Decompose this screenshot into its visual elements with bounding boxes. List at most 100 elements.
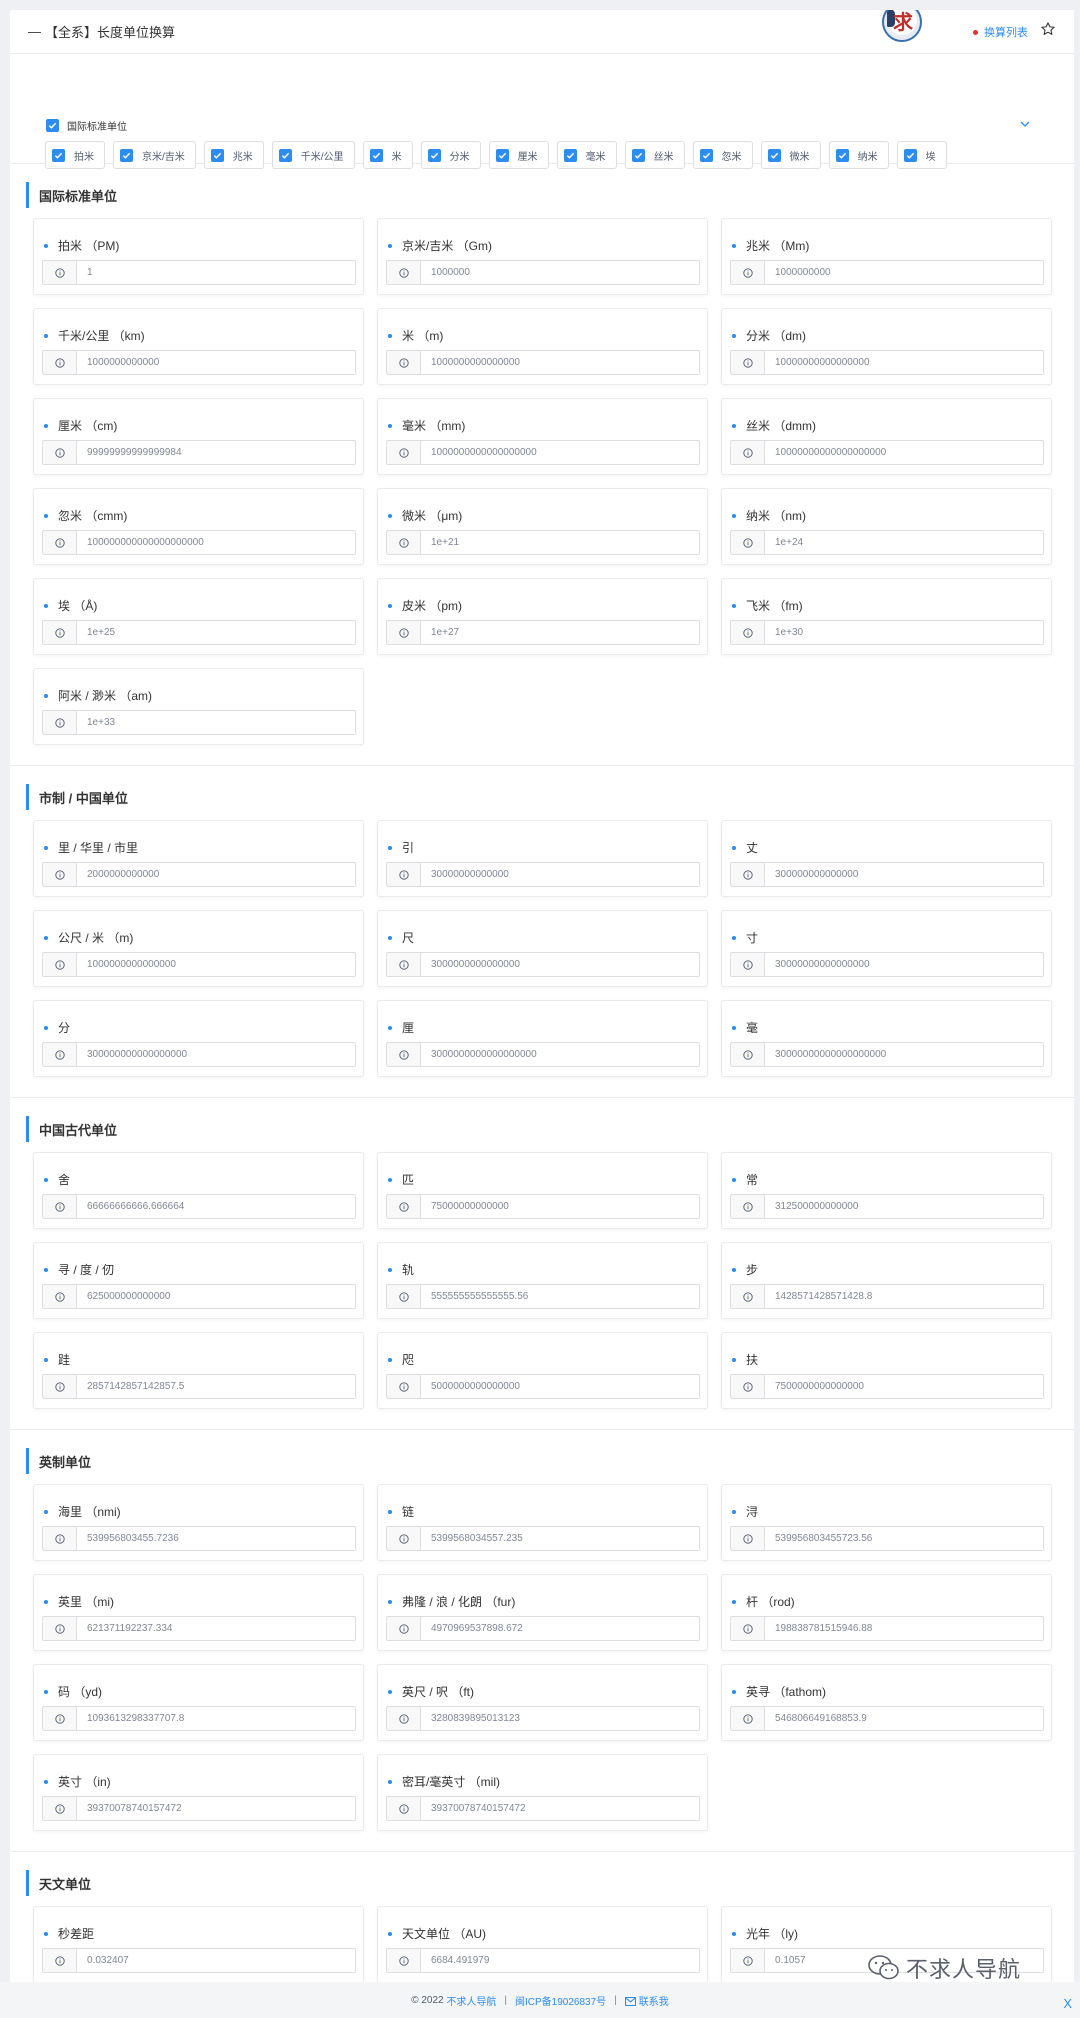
unit-value[interactable]: 1e+21 bbox=[421, 531, 459, 554]
unit-checkbox[interactable]: 丝米 bbox=[624, 141, 685, 169]
unit-value[interactable]: 1e+24 bbox=[765, 531, 803, 554]
close-button[interactable]: X bbox=[1063, 1996, 1072, 2011]
unit-value-input[interactable]: 1000000000000000000 bbox=[386, 440, 700, 465]
star-icon[interactable] bbox=[1040, 21, 1056, 37]
unit-value[interactable]: 555555555555555.56 bbox=[421, 1285, 528, 1308]
unit-value[interactable]: 39370078740157472 bbox=[77, 1797, 182, 1820]
unit-value-input[interactable]: 555555555555555.56 bbox=[386, 1284, 700, 1309]
unit-value[interactable]: 3280839895013123 bbox=[421, 1707, 520, 1730]
unit-value[interactable]: 1 bbox=[77, 261, 93, 284]
unit-value-input[interactable]: 10000000000000000 bbox=[730, 350, 1044, 375]
unit-value-input[interactable]: 1428571428571428.8 bbox=[730, 1284, 1044, 1309]
unit-value-input[interactable]: 1e+27 bbox=[386, 620, 700, 645]
unit-value-input[interactable]: 10000000000000000000 bbox=[730, 440, 1044, 465]
unit-value[interactable]: 30000000000000000000 bbox=[765, 1043, 886, 1066]
unit-value[interactable]: 1093613298337707.8 bbox=[77, 1707, 184, 1730]
unit-value[interactable]: 66666666666.666664 bbox=[77, 1195, 184, 1218]
unit-value-input[interactable]: 7500000000000000 bbox=[730, 1374, 1044, 1399]
menu-dash[interactable]: — bbox=[28, 24, 41, 39]
unit-value-input[interactable]: 1e+25 bbox=[42, 620, 356, 645]
unit-value-input[interactable]: 4970969537898.672 bbox=[386, 1616, 700, 1641]
unit-value-input[interactable]: 39370078740157472 bbox=[42, 1796, 356, 1821]
unit-value[interactable]: 39370078740157472 bbox=[421, 1797, 526, 1820]
unit-value[interactable]: 0.1057 bbox=[765, 1949, 806, 1972]
unit-value-input[interactable]: 99999999999999984 bbox=[42, 440, 356, 465]
site-logo[interactable]: 求 bbox=[882, 10, 922, 42]
unit-value-input[interactable]: 1093613298337707.8 bbox=[42, 1706, 356, 1731]
unit-value[interactable]: 1000000 bbox=[421, 261, 470, 284]
unit-value[interactable]: 7500000000000000 bbox=[765, 1375, 864, 1398]
unit-checkbox[interactable]: 分米 bbox=[420, 141, 481, 169]
unit-checkbox[interactable]: 兆米 bbox=[203, 141, 264, 169]
unit-value[interactable]: 539956803455.7236 bbox=[77, 1527, 179, 1550]
unit-value[interactable]: 4970969537898.672 bbox=[421, 1617, 523, 1640]
unit-value-input[interactable]: 100000000000000000000 bbox=[42, 530, 356, 555]
unit-checkbox[interactable]: 毫米 bbox=[556, 141, 617, 169]
unit-value-input[interactable]: 300000000000000 bbox=[730, 862, 1044, 887]
unit-value-input[interactable]: 539956803455723.56 bbox=[730, 1526, 1044, 1551]
unit-value[interactable]: 539956803455723.56 bbox=[765, 1527, 872, 1550]
unit-value[interactable]: 100000000000000000000 bbox=[77, 531, 204, 554]
unit-value-input[interactable]: 546806649168853.9 bbox=[730, 1706, 1044, 1731]
unit-value-input[interactable]: 6684.491979 bbox=[386, 1948, 700, 1973]
unit-value[interactable]: 1e+33 bbox=[77, 711, 115, 734]
unit-value[interactable]: 312500000000000 bbox=[765, 1195, 858, 1218]
unit-value-input[interactable]: 1000000 bbox=[386, 260, 700, 285]
unit-value[interactable]: 99999999999999984 bbox=[77, 441, 182, 464]
unit-value-input[interactable]: 30000000000000 bbox=[386, 862, 700, 887]
unit-value-input[interactable]: 1e+30 bbox=[730, 620, 1044, 645]
unit-checkbox[interactable]: 纳米 bbox=[828, 141, 889, 169]
group-checkbox[interactable]: 国际标准单位 bbox=[46, 118, 127, 133]
unit-value[interactable]: 1e+25 bbox=[77, 621, 115, 644]
unit-value-input[interactable]: 2857142857142857.5 bbox=[42, 1374, 356, 1399]
unit-value-input[interactable]: 39370078740157472 bbox=[386, 1796, 700, 1821]
unit-checkbox[interactable]: 米 bbox=[362, 141, 413, 169]
unit-value-input[interactable]: 0.032407 bbox=[42, 1948, 356, 1973]
unit-value[interactable]: 10000000000000000 bbox=[765, 351, 870, 374]
unit-value[interactable]: 1000000000000000 bbox=[77, 953, 176, 976]
unit-value[interactable]: 5000000000000000 bbox=[421, 1375, 520, 1398]
unit-value[interactable]: 10000000000000000000 bbox=[765, 441, 886, 464]
unit-value-input[interactable]: 3000000000000000 bbox=[386, 952, 700, 977]
unit-value-input[interactable]: 30000000000000000000 bbox=[730, 1042, 1044, 1067]
unit-value[interactable]: 30000000000000 bbox=[421, 863, 509, 886]
unit-value[interactable]: 1000000000000000 bbox=[421, 351, 520, 374]
unit-value[interactable]: 1000000000000000000 bbox=[421, 441, 537, 464]
unit-value-input[interactable]: 1000000000000000 bbox=[386, 350, 700, 375]
unit-checkbox[interactable]: 拍米 bbox=[45, 141, 105, 169]
unit-value[interactable]: 1e+27 bbox=[421, 621, 459, 644]
unit-value-input[interactable]: 300000000000000000 bbox=[42, 1042, 356, 1067]
unit-value[interactable]: 300000000000000 bbox=[765, 863, 858, 886]
unit-value-input[interactable]: 1000000000 bbox=[730, 260, 1044, 285]
unit-value-input[interactable]: 30000000000000000 bbox=[730, 952, 1044, 977]
unit-value[interactable]: 1e+30 bbox=[765, 621, 803, 644]
unit-value[interactable]: 3000000000000000000 bbox=[421, 1043, 537, 1066]
unit-value-input[interactable]: 75000000000000 bbox=[386, 1194, 700, 1219]
unit-value-input[interactable]: 1e+33 bbox=[42, 710, 356, 735]
unit-value-input[interactable]: 1 bbox=[42, 260, 356, 285]
unit-value[interactable]: 1000000000 bbox=[765, 261, 831, 284]
unit-checkbox[interactable]: 忽米 bbox=[692, 141, 753, 169]
unit-checkbox[interactable]: 厘米 bbox=[488, 141, 549, 169]
unit-value-input[interactable]: 539956803455.7236 bbox=[42, 1526, 356, 1551]
unit-value-input[interactable]: 1000000000000 bbox=[42, 350, 356, 375]
unit-value-input[interactable]: 1e+21 bbox=[386, 530, 700, 555]
unit-value-input[interactable]: 2000000000000 bbox=[42, 862, 356, 887]
unit-value[interactable]: 2857142857142857.5 bbox=[77, 1375, 184, 1398]
unit-value-input[interactable]: 1000000000000000 bbox=[42, 952, 356, 977]
unit-value[interactable]: 6684.491979 bbox=[421, 1949, 489, 1972]
unit-value-input[interactable]: 198838781515946.88 bbox=[730, 1616, 1044, 1641]
unit-value[interactable]: 30000000000000000 bbox=[765, 953, 870, 976]
unit-value[interactable]: 3000000000000000 bbox=[421, 953, 520, 976]
unit-value-input[interactable]: 1e+24 bbox=[730, 530, 1044, 555]
unit-value-input[interactable]: 625000000000000 bbox=[42, 1284, 356, 1309]
unit-value-input[interactable]: 621371192237.334 bbox=[42, 1616, 356, 1641]
conversion-list-link[interactable]: 换算列表 bbox=[973, 24, 1028, 40]
unit-value[interactable]: 621371192237.334 bbox=[77, 1617, 172, 1640]
unit-checkbox[interactable]: 千米/公里 bbox=[271, 141, 355, 169]
icp-link[interactable]: 闽ICP备19026837号 bbox=[515, 1993, 606, 2008]
unit-value[interactable]: 546806649168853.9 bbox=[765, 1707, 867, 1730]
unit-value[interactable]: 1000000000000 bbox=[77, 351, 159, 374]
chevron-down-icon[interactable] bbox=[1018, 117, 1032, 131]
unit-value-input[interactable]: 3000000000000000000 bbox=[386, 1042, 700, 1067]
